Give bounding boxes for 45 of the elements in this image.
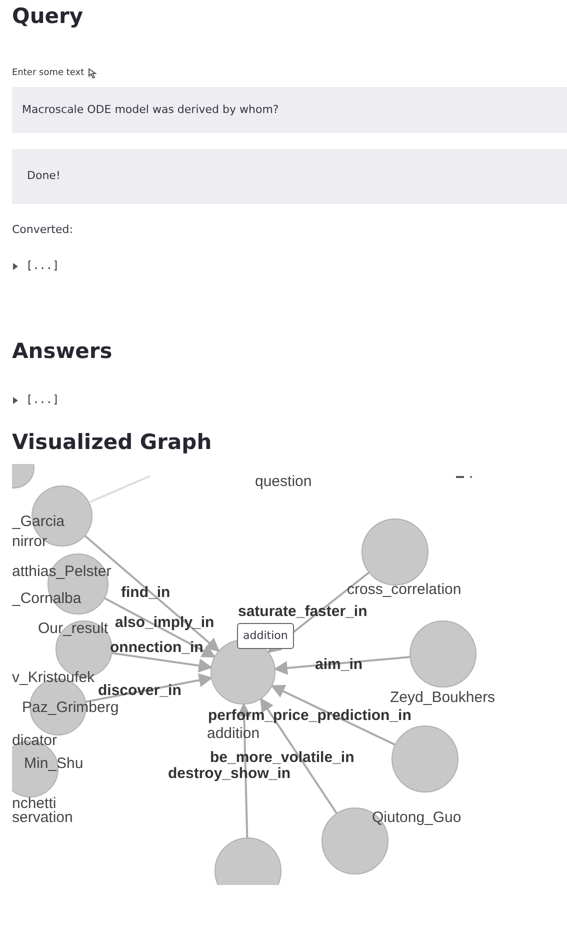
- node-label: Our_result: [38, 620, 108, 636]
- caret-right-icon: [12, 396, 18, 404]
- toolbar-mark: [456, 476, 472, 478]
- node-label: Zeyd_Boukhers: [390, 690, 496, 705]
- node-label: _Cornalba: [12, 590, 82, 606]
- node-label: servation: [12, 810, 73, 825]
- section-heading: Answers: [12, 338, 114, 364]
- text-input-field[interactable]: Macroscale ODE model was derived by whom?: [12, 86, 567, 133]
- caret-right-icon: [12, 262, 18, 270]
- edge-label: onnection_in: [110, 640, 204, 655]
- node-label: nirror: [12, 534, 48, 549]
- edge-line: [90, 474, 150, 502]
- status-message: Done!: [12, 148, 567, 204]
- node-label: v_Kristoufek: [12, 670, 95, 685]
- edge-label: discover_in: [98, 682, 182, 698]
- graph-node[interactable]: [392, 725, 458, 792]
- edge-label: also_imply_in: [115, 614, 214, 630]
- node-label: Paz_Grimberg: [22, 700, 119, 715]
- node-label: dicator: [12, 732, 58, 748]
- edge-label: be_more_volatile_in: [210, 750, 354, 765]
- graph-node[interactable]: [410, 620, 476, 688]
- expander-toggle[interactable]: [...]: [12, 258, 60, 275]
- node-label: Qiutong_Guo: [372, 810, 462, 825]
- section-heading: Visualized Graph: [12, 430, 213, 456]
- pointer-icon: [88, 68, 98, 80]
- node-label: cross_correlation: [347, 582, 462, 597]
- node-label: nchetti: [12, 796, 56, 811]
- converted-label: Converted:: [12, 222, 74, 238]
- node-label: question: [255, 474, 312, 489]
- field-label: Enter some text: [12, 67, 84, 80]
- edge-label: aim_in: [315, 656, 363, 672]
- node-label: Min_Shu: [24, 756, 84, 771]
- tooltip: addition: [237, 622, 294, 650]
- section-heading: Query: [12, 4, 84, 30]
- graph-node[interactable]: [214, 837, 282, 885]
- graph-node[interactable]: [210, 639, 276, 704]
- edge-label: find_in: [121, 584, 170, 600]
- edge-label: perform_price_prediction_in: [208, 708, 412, 723]
- edge-label: saturate_faster_in: [238, 604, 368, 619]
- graph-node[interactable]: [12, 464, 34, 488]
- node-label: atthias_Pelster: [12, 564, 112, 579]
- node-label: addition: [207, 726, 260, 741]
- node-label: _Garcia: [12, 514, 65, 529]
- edge-label: destroy_show_in: [168, 766, 291, 781]
- expander-toggle[interactable]: [...]: [12, 392, 60, 408]
